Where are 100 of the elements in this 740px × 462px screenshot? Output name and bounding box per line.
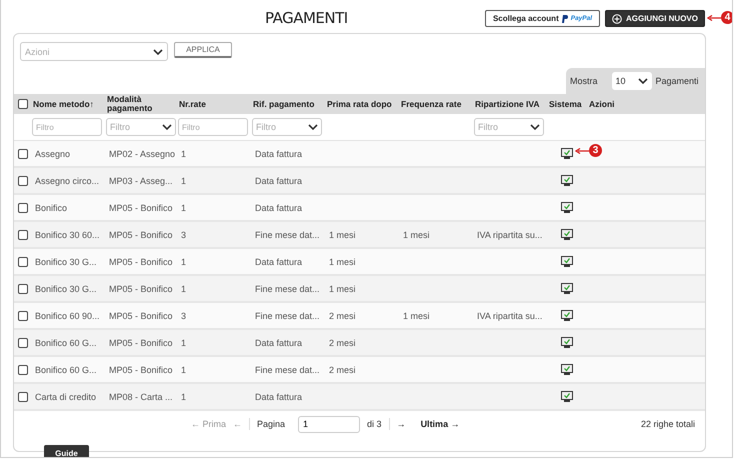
paypal-p-icon (562, 14, 568, 22)
table-cell: Data fattura (255, 256, 302, 266)
table-cell: 1 (181, 392, 186, 402)
row-checkbox[interactable] (18, 364, 28, 374)
table-cell: 2 mesi (329, 310, 356, 320)
table-cell: MP05 - Bonifico (109, 338, 173, 348)
show-label: Mostra (570, 76, 598, 86)
table-cell: Data fattura (255, 202, 302, 212)
chevron-down-icon (638, 78, 648, 84)
table-cell: MP02 - Assegno (109, 148, 176, 158)
guide-tab[interactable]: Guide (44, 445, 89, 457)
table-cell: 1 mesi (329, 230, 356, 240)
table-cell: Data fattura (255, 176, 302, 186)
table-cell: 1 (181, 148, 186, 158)
table-cell: MP05 - Bonifico (109, 256, 173, 266)
callout-number: 3 (589, 144, 602, 157)
chevron-down-icon (153, 48, 163, 54)
table-cell: MP05 - Bonifico (109, 310, 173, 320)
table-cell: Data fattura (255, 148, 302, 158)
column-header[interactable]: Modalità pagamento (106, 95, 178, 113)
chevron-down-icon (308, 124, 318, 130)
table-cell: 1 mesi (329, 256, 356, 266)
table-cell: Fine mese dat... (255, 230, 320, 240)
arrow-icon (575, 148, 589, 154)
table-row[interactable]: Carta di credito MP08 - Carta ... 1 Data fattura (14, 384, 705, 411)
row-checkbox[interactable] (18, 202, 28, 212)
column-header[interactable]: Azioni (588, 100, 705, 108)
page-number-field[interactable]: 1 (298, 416, 360, 432)
row-checkbox[interactable] (18, 284, 28, 294)
table-cell: 3 (181, 230, 186, 240)
table-cell: 1 mesi (403, 230, 430, 240)
table-cell: Bonifico 30 G... (35, 284, 97, 294)
next-page-link[interactable]: → (396, 419, 406, 429)
table-row[interactable]: Bonifico 30 G... MP05 - Bonifico 1 Fine mese dat... 1 mesi (14, 276, 705, 303)
table-row[interactable]: Bonifico 30 60... MP05 - Bonifico 3 Fine mese dat... 1 mesi 1 mesi IVA ripartita su... (14, 222, 705, 249)
table-cell: Bonifico 60 G... (35, 338, 97, 348)
column-header[interactable]: Nr.rate (178, 100, 252, 108)
table-cell: 1 (181, 256, 186, 266)
row-checkbox[interactable] (18, 176, 28, 186)
table-cell: 1 (181, 202, 186, 212)
filter-field[interactable]: Filtro (32, 118, 102, 136)
table-cell: IVA ripartita su... (477, 230, 542, 240)
table-cell: Data fattura (255, 392, 302, 402)
table-cell: Assegno (35, 148, 70, 158)
select-all-checkbox[interactable] (18, 99, 28, 109)
table-cell: 2 mesi (329, 364, 356, 374)
table-cell: 2 mesi (329, 338, 356, 348)
table-row[interactable]: Bonifico MP05 - Bonifico 1 Data fattura (14, 195, 705, 222)
table-row[interactable]: Bonifico 60 G... MP05 - Bonifico 1 Fine mese dat... 2 mesi (14, 357, 705, 384)
table-cell: 1 mesi (403, 310, 430, 320)
table-cell: MP05 - Bonifico (109, 230, 173, 240)
table-cell: MP05 - Bonifico (109, 202, 173, 212)
apply-button[interactable]: APPLICA (174, 42, 232, 58)
table-cell: Fine mese dat... (255, 284, 320, 294)
table-cell: Carta di credito (35, 392, 96, 402)
row-checkbox[interactable] (18, 310, 28, 320)
total-rows: 22 righe totali (640, 419, 695, 429)
callout-number: 4 (721, 11, 732, 24)
column-header[interactable]: Ripartizione IVA (474, 100, 548, 108)
row-checkbox[interactable] (18, 148, 28, 158)
column-header[interactable]: Sistema (548, 100, 588, 108)
row-checkbox[interactable] (18, 392, 28, 402)
arrow-icon (707, 14, 721, 20)
table-cell: Bonifico 30 G... (35, 256, 97, 266)
table-cell: Assegno circo... (35, 176, 100, 186)
row-checkbox[interactable] (18, 338, 28, 348)
table-cell: 1 (181, 338, 186, 348)
table-row[interactable]: Bonifico 60 90... MP05 - Bonifico 3 Fine mese dat... 2 mesi 1 mesi IVA ripartita su... (14, 303, 705, 330)
page-size-suffix: Pagamenti (656, 76, 699, 86)
filter-field[interactable]: Filtro (178, 118, 248, 136)
table-cell: 1 (181, 176, 186, 186)
chevron-down-icon (162, 124, 172, 130)
column-header[interactable]: Frequenza rate (400, 100, 474, 108)
table-row[interactable]: Assegno MP02 - Assegno 1 Data fattura 3 (14, 141, 705, 168)
table-cell: Fine mese dat... (255, 364, 320, 374)
table-cell: MP05 - Bonifico (109, 364, 173, 374)
page-size-dropdown[interactable]: 10 (612, 72, 652, 90)
table-cell: Data fattura (255, 338, 302, 348)
table-cell: MP05 - Bonifico (109, 284, 173, 294)
table-row[interactable]: Bonifico 60 G... MP05 - Bonifico 1 Data fattura 2 mesi (14, 330, 705, 357)
add-new-button[interactable]: AGGIUNGI NUOVO (605, 10, 705, 27)
table-cell: 1 (181, 364, 186, 374)
column-header[interactable]: Prima rata dopo (326, 100, 400, 108)
column-header[interactable]: Nome metodo↑ (32, 100, 106, 108)
table-cell: Bonifico 60 G... (35, 364, 97, 374)
table-cell: 1 mesi (329, 284, 356, 294)
last-page-link[interactable]: Ultima → (420, 419, 460, 429)
table-cell: MP03 - Asseg... (109, 176, 173, 186)
table-cell: 1 (181, 284, 186, 294)
page-count: di 3 (367, 419, 382, 429)
column-header[interactable]: Rif. pagamento (252, 100, 326, 108)
table-row[interactable]: Assegno circo... MP03 - Asseg... 1 Data fattura (14, 168, 705, 195)
table-cell: 3 (181, 310, 186, 320)
table-cell: MP08 - Carta ... (109, 392, 173, 402)
table-cell: Bonifico (35, 202, 68, 212)
plus-circle-icon (612, 14, 622, 24)
row-checkbox[interactable] (18, 230, 28, 240)
row-checkbox[interactable] (18, 256, 28, 266)
table-row[interactable]: Bonifico 30 G... MP05 - Bonifico 1 Data fattura 1 mesi (14, 249, 705, 276)
chevron-down-icon (530, 124, 540, 130)
